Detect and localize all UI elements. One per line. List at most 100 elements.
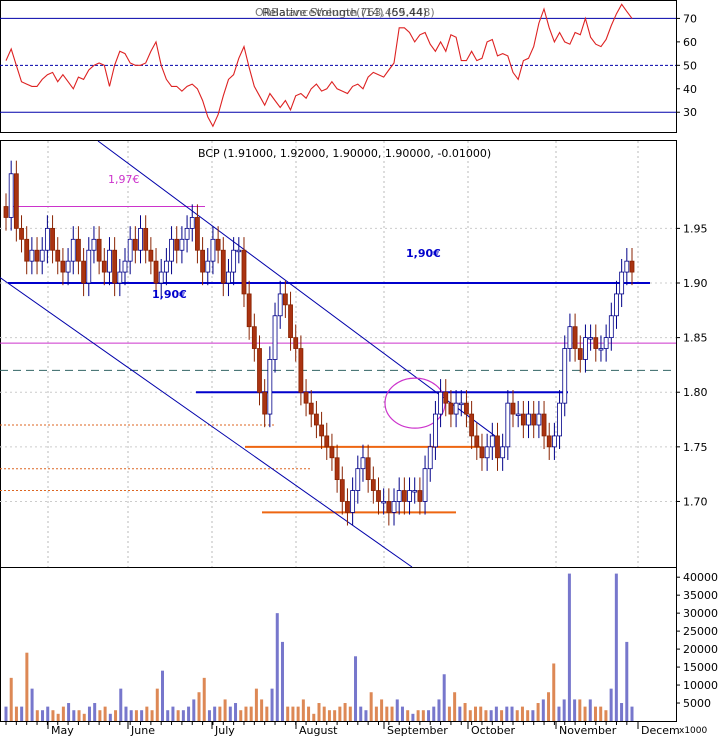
volume-bar xyxy=(442,674,446,721)
price-candle xyxy=(469,413,475,437)
x-month-label: September xyxy=(387,724,448,736)
volume-bar xyxy=(427,710,431,721)
price-candle xyxy=(282,293,288,306)
rsi-tick-label: 60 xyxy=(683,36,697,49)
price-candle xyxy=(195,217,200,251)
volume-bar xyxy=(364,710,368,721)
volume-bar xyxy=(20,706,24,721)
volume-bar xyxy=(171,706,175,721)
price-candle xyxy=(531,413,537,426)
price-candle xyxy=(76,238,81,262)
volume-bar xyxy=(390,706,394,721)
price-candle xyxy=(231,249,237,273)
volume-bar xyxy=(406,710,410,721)
volume-bar xyxy=(552,663,556,721)
price-candle xyxy=(24,238,30,262)
volume-bar xyxy=(515,710,519,721)
x-month-label: June xyxy=(130,724,155,736)
price-candle xyxy=(143,227,149,251)
volume-bar xyxy=(124,706,128,721)
price-candle xyxy=(427,446,433,470)
volume-bar xyxy=(192,699,196,721)
volume-bar xyxy=(56,713,60,721)
volume-bar xyxy=(327,710,331,721)
price-candle xyxy=(277,293,283,317)
price-candle xyxy=(438,391,443,415)
volume-bar xyxy=(479,706,483,721)
volume-bar xyxy=(562,699,566,721)
price-candle xyxy=(3,206,9,218)
volume-tick-label: 35000 xyxy=(683,589,718,602)
volume-bar xyxy=(202,677,206,721)
volume-bar xyxy=(181,710,185,721)
volume-bar xyxy=(547,692,551,721)
volume-bar xyxy=(150,710,154,721)
price-candle xyxy=(179,238,185,251)
price-candle xyxy=(60,260,66,273)
price-title: BCP (1.91000, 1.92000, 1.90000, 1.90000,… xyxy=(198,147,491,160)
price-candle xyxy=(324,435,330,448)
price-candle xyxy=(174,238,180,251)
volume-bar xyxy=(244,706,248,721)
volume-bar xyxy=(458,706,462,721)
price-candle xyxy=(489,435,495,448)
volume-tick-label: 15000 xyxy=(683,661,718,674)
volume-bar xyxy=(593,706,597,721)
price-candle xyxy=(138,227,143,251)
price-candle xyxy=(541,413,547,437)
price-candle xyxy=(101,260,107,273)
volume-bar xyxy=(223,699,227,721)
volume-bar xyxy=(260,699,264,721)
price-candle xyxy=(29,249,35,262)
volume-bar xyxy=(604,710,608,721)
price-candle xyxy=(391,501,397,513)
volume-bar xyxy=(296,706,300,721)
volume-bar xyxy=(411,713,415,721)
price-candle xyxy=(500,446,506,459)
price-candle xyxy=(386,501,392,513)
price-candle xyxy=(215,238,221,251)
price-candle xyxy=(479,446,485,459)
volume-bar xyxy=(625,641,629,721)
price-candle xyxy=(422,468,428,502)
volume-bar xyxy=(500,710,504,721)
x-month-label: Decem xyxy=(641,724,680,736)
price-candle xyxy=(81,260,87,284)
annotation-190-left: 1,90€ xyxy=(152,288,187,301)
volume-tick-label: 25000 xyxy=(683,625,718,638)
price-candle xyxy=(520,413,526,426)
price-candle xyxy=(593,337,599,349)
volume-bar xyxy=(359,706,363,721)
volume-bar xyxy=(400,706,404,721)
price-candle xyxy=(70,238,76,262)
price-candle xyxy=(107,249,112,273)
price-candle xyxy=(236,249,242,253)
volume-bar xyxy=(286,706,290,721)
volume-bar xyxy=(468,710,472,721)
volume-bar xyxy=(61,706,65,721)
volume-bar xyxy=(228,706,232,721)
volume-bar xyxy=(35,710,39,721)
price-candle xyxy=(122,260,128,273)
price-candle xyxy=(515,413,521,416)
price-candle xyxy=(184,227,190,240)
price-candle xyxy=(50,227,55,251)
price-tick-label: 1.95 xyxy=(683,222,708,235)
volume-bar xyxy=(453,692,457,721)
price-candle xyxy=(567,326,573,349)
price-candle xyxy=(132,238,138,251)
price-candle xyxy=(220,249,226,284)
price-candle xyxy=(577,348,583,360)
price-candle xyxy=(365,457,371,481)
volume-bar xyxy=(77,710,81,721)
price-candle xyxy=(551,435,557,448)
volume-bar xyxy=(207,710,211,721)
volume-bar xyxy=(108,713,112,721)
volume-bar xyxy=(573,699,577,721)
price-candle xyxy=(598,348,604,351)
volume-bar xyxy=(599,706,603,721)
volume-bar xyxy=(72,710,76,721)
volume-bar xyxy=(93,703,97,721)
price-candle xyxy=(319,424,324,437)
volume-bar xyxy=(291,706,295,721)
